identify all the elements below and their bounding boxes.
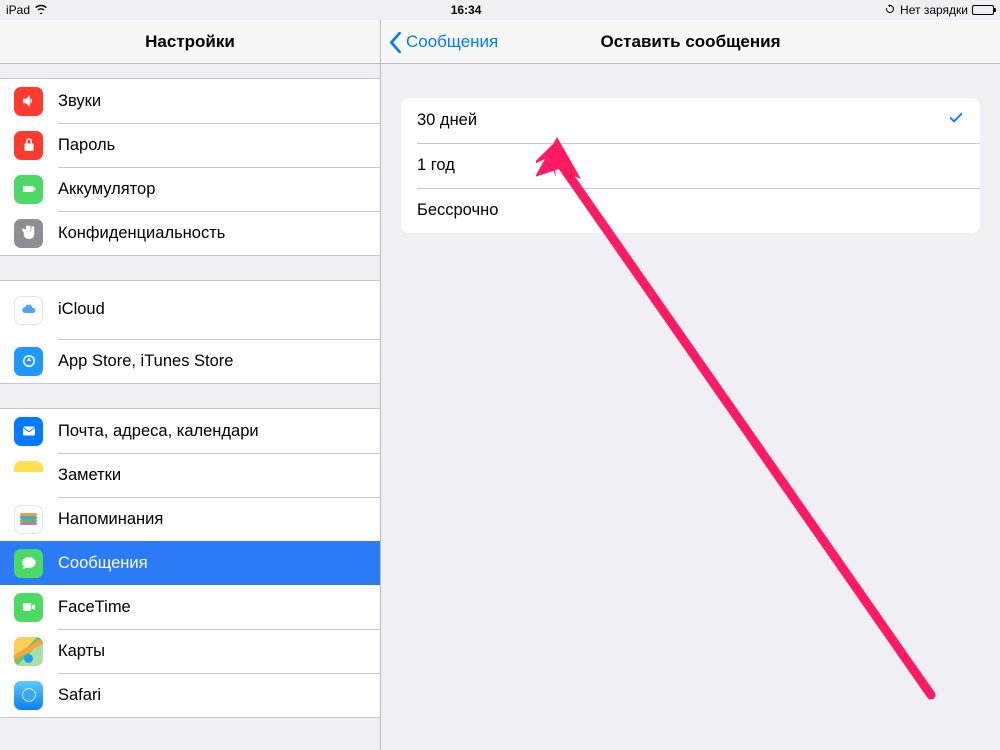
sidebar-item-passcode[interactable]: Пароль <box>0 123 380 167</box>
option-label: Бессрочно <box>417 201 498 220</box>
appstore-icon <box>14 347 43 376</box>
sounds-icon <box>14 87 43 116</box>
sidebar-item-mail[interactable]: Почта, адреса, календари <box>0 409 380 453</box>
hand-icon <box>14 219 43 248</box>
sidebar-item-icloud[interactable]: iCloud <box>0 281 380 339</box>
option-label: 1 год <box>417 156 455 175</box>
item-label: Сообщения <box>58 554 380 573</box>
item-label: Звуки <box>58 92 380 111</box>
battery-icon <box>972 5 994 15</box>
status-time: 16:34 <box>451 3 482 17</box>
option-label: 30 дней <box>417 111 477 130</box>
notes-icon <box>14 461 43 490</box>
item-label: Почта, адреса, календари <box>58 422 380 441</box>
item-label: Конфиденциальность <box>58 224 380 243</box>
sidebar-item-facetime[interactable]: FaceTime <box>0 585 380 629</box>
maps-icon <box>14 637 43 666</box>
sidebar-item-sounds[interactable]: Звуки <box>0 79 380 123</box>
sync-icon <box>884 3 896 18</box>
option-forever[interactable]: Бессрочно <box>401 188 980 233</box>
checkmark-icon <box>948 110 964 131</box>
charge-label: Нет зарядки <box>900 3 968 17</box>
item-label: Пароль <box>58 136 380 155</box>
sidebar-item-maps[interactable]: Карты <box>0 629 380 673</box>
item-label: iCloud <box>58 300 117 320</box>
back-button[interactable]: Сообщения <box>389 20 498 64</box>
sidebar-item-appstore[interactable]: App Store, iTunes Store <box>0 339 380 383</box>
item-label: Напоминания <box>58 510 380 529</box>
item-label: Карты <box>58 642 380 661</box>
detail-pane: Сообщения Оставить сообщения 30 дней 1 г… <box>381 20 1000 750</box>
sidebar-title: Настройки <box>145 32 235 52</box>
item-label: App Store, iTunes Store <box>58 352 380 371</box>
status-bar: iPad 16:34 Нет зарядки <box>0 0 1000 20</box>
sidebar-item-safari[interactable]: Safari <box>0 673 380 717</box>
item-label: FaceTime <box>58 598 380 617</box>
safari-icon <box>14 681 43 710</box>
detail-header: Сообщения Оставить сообщения <box>381 20 1000 64</box>
item-label: Аккумулятор <box>58 180 380 199</box>
option-30-days[interactable]: 30 дней <box>401 98 980 143</box>
keep-messages-options: 30 дней 1 год Бессрочно <box>401 98 980 233</box>
device-label: iPad <box>6 3 30 17</box>
sidebar-item-notes[interactable]: Заметки <box>0 453 380 497</box>
sidebar-item-messages[interactable]: Сообщения <box>0 541 380 585</box>
sidebar-item-battery[interactable]: Аккумулятор <box>0 167 380 211</box>
detail-title: Оставить сообщения <box>600 32 780 52</box>
settings-sidebar: Настройки Звуки Пароль Аккумулятор <box>0 20 381 750</box>
reminders-icon <box>14 505 43 534</box>
battery-icon <box>14 175 43 204</box>
sidebar-item-privacy[interactable]: Конфиденциальность <box>0 211 380 255</box>
mail-icon <box>14 417 43 446</box>
sidebar-item-reminders[interactable]: Напоминания <box>0 497 380 541</box>
messages-icon <box>14 549 43 578</box>
wifi-icon <box>34 3 48 17</box>
lock-icon <box>14 131 43 160</box>
sidebar-header: Настройки <box>0 20 380 64</box>
facetime-icon <box>14 593 43 622</box>
chevron-left-icon <box>389 32 402 53</box>
icloud-icon <box>14 296 43 325</box>
option-1-year[interactable]: 1 год <box>401 143 980 188</box>
item-label: Safari <box>58 686 380 705</box>
item-label: Заметки <box>58 466 380 485</box>
back-label: Сообщения <box>406 32 498 52</box>
